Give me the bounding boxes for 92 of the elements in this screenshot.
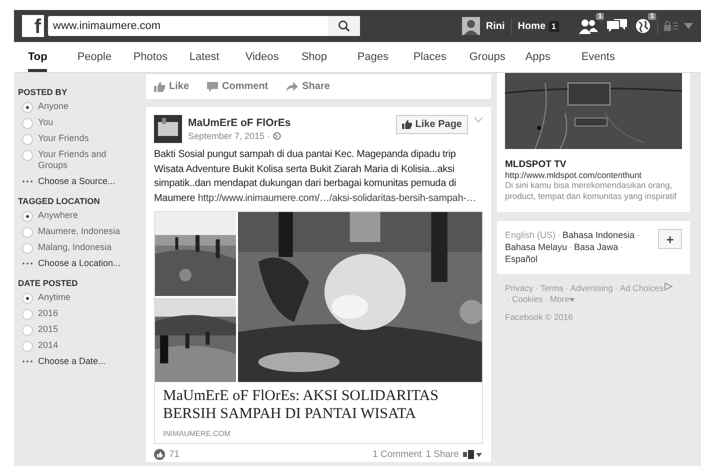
radio-button[interactable] [22, 134, 33, 145]
filter-option[interactable]: Anywhere [38, 210, 128, 221]
radio-button[interactable] [22, 150, 33, 161]
page-name[interactable]: MaUmErE oF FlOrEs [188, 117, 291, 129]
more-icon [22, 360, 33, 362]
add-language-button[interactable]: + [658, 229, 682, 250]
more-icon [22, 262, 33, 264]
action-button[interactable]: Like [154, 81, 190, 92]
search-tab[interactable]: Groups [469, 42, 526, 72]
post-date[interactable]: September 7, 2015 · [188, 131, 270, 141]
caret-icon[interactable] [684, 23, 693, 29]
ad-description: Di sini kamu bisa merekomendasikan orang, product, tempat dan komunitas yang inspiratif [505, 180, 678, 202]
separator: · [558, 229, 561, 242]
search-tab[interactable]: Videos [245, 42, 302, 72]
share-count[interactable]: 1 Share [426, 448, 459, 460]
search-tab[interactable]: Apps [525, 42, 582, 72]
radio-button[interactable] [22, 210, 33, 222]
like-page-button[interactable]: Like Page [396, 115, 468, 134]
radio-button[interactable] [22, 308, 33, 320]
profile-link[interactable]: Rini [486, 20, 505, 32]
search-tab[interactable]: Pages [357, 42, 414, 72]
search-tab[interactable]: Photos [133, 42, 190, 72]
home-link[interactable]: Home [518, 20, 546, 32]
page-avatar-icon[interactable] [154, 115, 182, 143]
caret-icon[interactable] [569, 298, 576, 302]
filter-heading: DATE POSTED [18, 278, 79, 288]
choose-link[interactable]: Choose a Date... [38, 356, 106, 366]
action-button[interactable]: Share [286, 81, 330, 92]
choose-link[interactable]: Choose a Source... [38, 176, 116, 186]
radio-button[interactable] [22, 102, 33, 113]
lock-icon[interactable] [664, 21, 678, 31]
search-tab[interactable]: People [77, 42, 134, 72]
search-tab[interactable]: Events [581, 42, 638, 72]
filter-option[interactable]: Malang, Indonesia [38, 242, 128, 253]
separator: · [614, 282, 618, 293]
share-icon [286, 82, 298, 92]
filter-option[interactable]: Anytime [38, 292, 128, 303]
filter-option[interactable]: 2014 [38, 340, 128, 351]
radio-button[interactable] [22, 242, 33, 254]
reaction-picker-icon[interactable] [463, 450, 483, 459]
radio-button[interactable] [22, 292, 33, 304]
language-link[interactable]: Bahasa Melayu [505, 241, 568, 254]
filter-option[interactable]: Anyone [38, 101, 128, 112]
ad-choices-icon[interactable] [664, 282, 673, 291]
home-count-badge: 1 [548, 20, 559, 32]
ad-title[interactable]: MLDSPOT TV [505, 159, 682, 170]
filter-heading: TAGGED LOCATION [18, 196, 101, 206]
action-button[interactable]: Comment [207, 81, 268, 92]
search-tab[interactable]: Places [413, 42, 470, 72]
language-link[interactable]: Basa Jawa [574, 241, 618, 254]
comment-count[interactable]: 1 Comment [372, 448, 422, 460]
avatar-icon[interactable] [462, 17, 480, 35]
filter-option[interactable]: 2015 [38, 324, 128, 335]
ad-url[interactable]: http://www.mldspot.com/contenthunt [505, 170, 682, 180]
search-field[interactable]: www.inimaumere.com [48, 16, 360, 36]
facebook-logo[interactable]: f [22, 15, 44, 37]
thumbs-up-icon [402, 120, 412, 129]
separator: · [544, 294, 548, 304]
search-tab[interactable]: Shop [301, 42, 358, 72]
separator: · [507, 294, 510, 304]
separator: · [636, 229, 640, 242]
search-tab[interactable]: Latest [189, 42, 246, 72]
link-title[interactable]: MaUmErE oF FlOrEs: AKSI SOLIDARITAS BERSIH SAMPAH DI PANTAI WISATA [155, 382, 482, 424]
filter-heading: POSTED BY [18, 87, 68, 97]
separator: · [569, 241, 572, 254]
language-link[interactable]: Bahasa Indonesia [562, 229, 635, 242]
messages-icon[interactable] [607, 18, 627, 34]
choose-link[interactable]: Choose a Location... [38, 258, 121, 268]
radio-button[interactable] [22, 340, 33, 352]
search-tab[interactable]: Top [28, 42, 48, 72]
separator: · [620, 241, 624, 254]
copyright: Facebook © 2016 [505, 312, 574, 324]
filter-option[interactable]: Your Friends and Groups [38, 149, 128, 172]
language-link[interactable]: Español [505, 253, 538, 266]
radio-button[interactable] [22, 226, 33, 238]
thumbs-up-icon [154, 82, 165, 92]
post-text: Bakti Sosial pungut sampah di dua pantai Kec. Magepanda dipadu trip Wisata Adventure Bukit Kolisa serta Bukit Ziarah Maria di Kolisia...aksi simpatik..dan mendapat dukungan dari berbagai komunitas pemuda di Maumere http://www.inimaumere.com/…/aksi-solidaritas-bersih-sampah-… [154, 148, 478, 206]
more-icon [22, 180, 33, 182]
radio-button[interactable] [22, 324, 33, 336]
radio-button[interactable] [22, 118, 33, 129]
reaction-count[interactable]: 71 [169, 448, 180, 460]
separator: · [535, 282, 538, 293]
separator: · [565, 282, 568, 293]
filter-option[interactable]: You [38, 117, 128, 128]
filter-option[interactable]: Maumere, Indonesia [38, 226, 128, 237]
search-icon[interactable] [338, 20, 350, 32]
filter-option[interactable]: 2016 [38, 308, 128, 319]
friends-icon[interactable] [579, 18, 599, 34]
filter-option[interactable]: Your Friends [38, 133, 128, 144]
comment-icon [207, 82, 218, 92]
chevron-icon[interactable] [474, 117, 483, 123]
post-link[interactable]: http://www.inimaumere.com/…/aksi-solidaritas-bersih-sampah-… [198, 192, 476, 204]
